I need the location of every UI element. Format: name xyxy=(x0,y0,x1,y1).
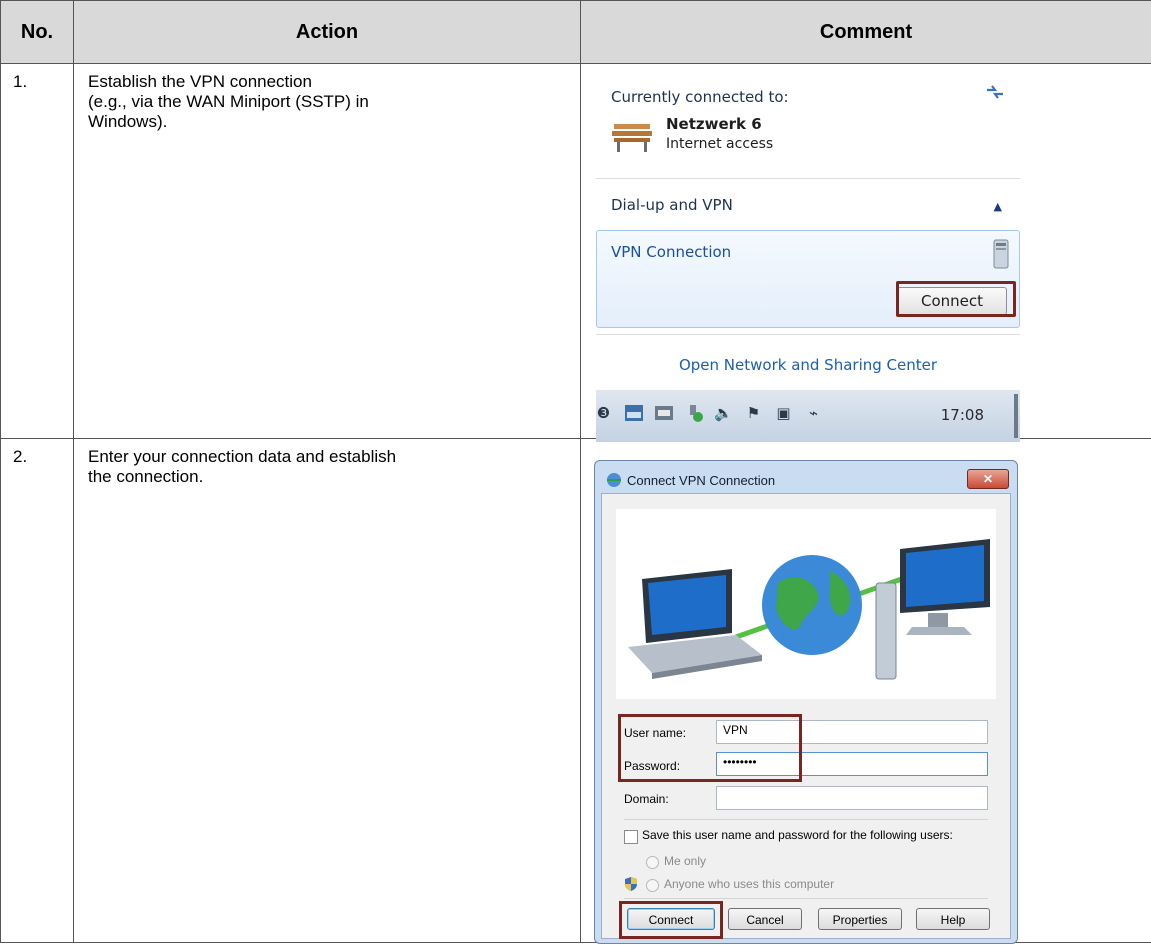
save-credentials-label: Save this user name and password for the… xyxy=(642,828,953,842)
taskbar-tray: ❸ 🔈 ⚑ ▣ ⌁ 17:08 xyxy=(596,390,1020,442)
col-header-no: No. xyxy=(0,0,74,64)
action-line: Windows). xyxy=(88,112,168,131)
server-icon xyxy=(993,239,1009,269)
domain-field[interactable] xyxy=(716,786,988,810)
license-manager-icon[interactable] xyxy=(622,402,645,424)
step-action: Establish the VPN connection (e.g., via … xyxy=(73,63,581,439)
network-flyout-screenshot: Currently connected to: Netzwerk 6 Inter… xyxy=(596,70,1020,442)
power-plug-icon[interactable]: ⌁ xyxy=(802,402,825,424)
usb-device-icon[interactable] xyxy=(682,402,705,424)
action-center-flag-icon[interactable]: ⚑ xyxy=(742,402,765,424)
step-number: 2. xyxy=(0,438,74,943)
vpn-connection-item[interactable]: VPN Connection Connect xyxy=(596,230,1020,328)
table-header-row: No. Action Comment xyxy=(0,0,1151,64)
bluetooth-icon[interactable]: ❸ xyxy=(592,402,615,424)
vpn-connection-icon xyxy=(607,473,621,487)
refresh-icon[interactable] xyxy=(984,82,1006,102)
anyone-label: Anyone who uses this computer xyxy=(664,877,835,891)
network-status: Internet access xyxy=(666,136,774,152)
highlight-frame xyxy=(896,281,1016,317)
divider xyxy=(596,334,1020,335)
domain-label: Domain: xyxy=(624,792,669,806)
cancel-button[interactable]: Cancel xyxy=(728,908,802,930)
open-network-sharing-center-link[interactable]: Open Network and Sharing Center xyxy=(596,356,1020,374)
uac-shield-icon xyxy=(625,877,637,891)
action-line: the connection. xyxy=(88,467,204,486)
network-name: Netzwerk 6 xyxy=(666,115,762,133)
divider xyxy=(624,819,988,820)
divider xyxy=(596,178,1020,179)
network-illustration xyxy=(616,509,996,699)
show-desktop-button[interactable] xyxy=(1014,394,1018,438)
col-header-comment: Comment xyxy=(580,0,1151,64)
chevron-up-icon[interactable]: ▲ xyxy=(994,200,1002,213)
clock[interactable]: 17:08 xyxy=(941,406,984,424)
dialog-body: User name: VPN Password: •••••••• Domain… xyxy=(601,493,1011,939)
bench-network-icon xyxy=(612,124,652,152)
step-action: Enter your connection data and establish… xyxy=(73,438,581,943)
action-line: Establish the VPN connection xyxy=(88,72,312,91)
me-only-radio[interactable] xyxy=(646,856,659,869)
vpn-connection-label: VPN Connection xyxy=(611,243,732,261)
me-only-label: Me only xyxy=(664,854,707,868)
highlight-frame xyxy=(618,714,802,782)
currently-connected-heading: Currently connected to: xyxy=(611,88,789,106)
properties-button[interactable]: Properties xyxy=(818,908,902,930)
dialog-title: Connect VPN Connection xyxy=(627,473,776,488)
action-line: Enter your connection data and establish xyxy=(88,447,397,466)
col-header-action: Action xyxy=(73,0,581,64)
vmware-icon[interactable] xyxy=(652,402,675,424)
tray-icons: ❸ 🔈 ⚑ ▣ ⌁ xyxy=(592,402,825,424)
connect-vpn-dialog-screenshot: Connect VPN Connection ✕ User name: VPN … xyxy=(594,460,1018,944)
volume-icon[interactable]: 🔈 xyxy=(712,402,735,424)
divider xyxy=(624,898,988,899)
save-credentials-checkbox[interactable] xyxy=(624,830,638,844)
help-button[interactable]: Help xyxy=(916,908,990,930)
action-line: (e.g., via the WAN Miniport (SSTP) in xyxy=(88,92,369,111)
display-icon[interactable]: ▣ xyxy=(772,402,795,424)
close-button[interactable]: ✕ xyxy=(967,469,1009,489)
dialup-vpn-heading: Dial-up and VPN xyxy=(611,196,733,214)
anyone-radio[interactable] xyxy=(646,879,659,892)
step-number: 1. xyxy=(0,63,74,439)
highlight-frame xyxy=(619,901,723,939)
